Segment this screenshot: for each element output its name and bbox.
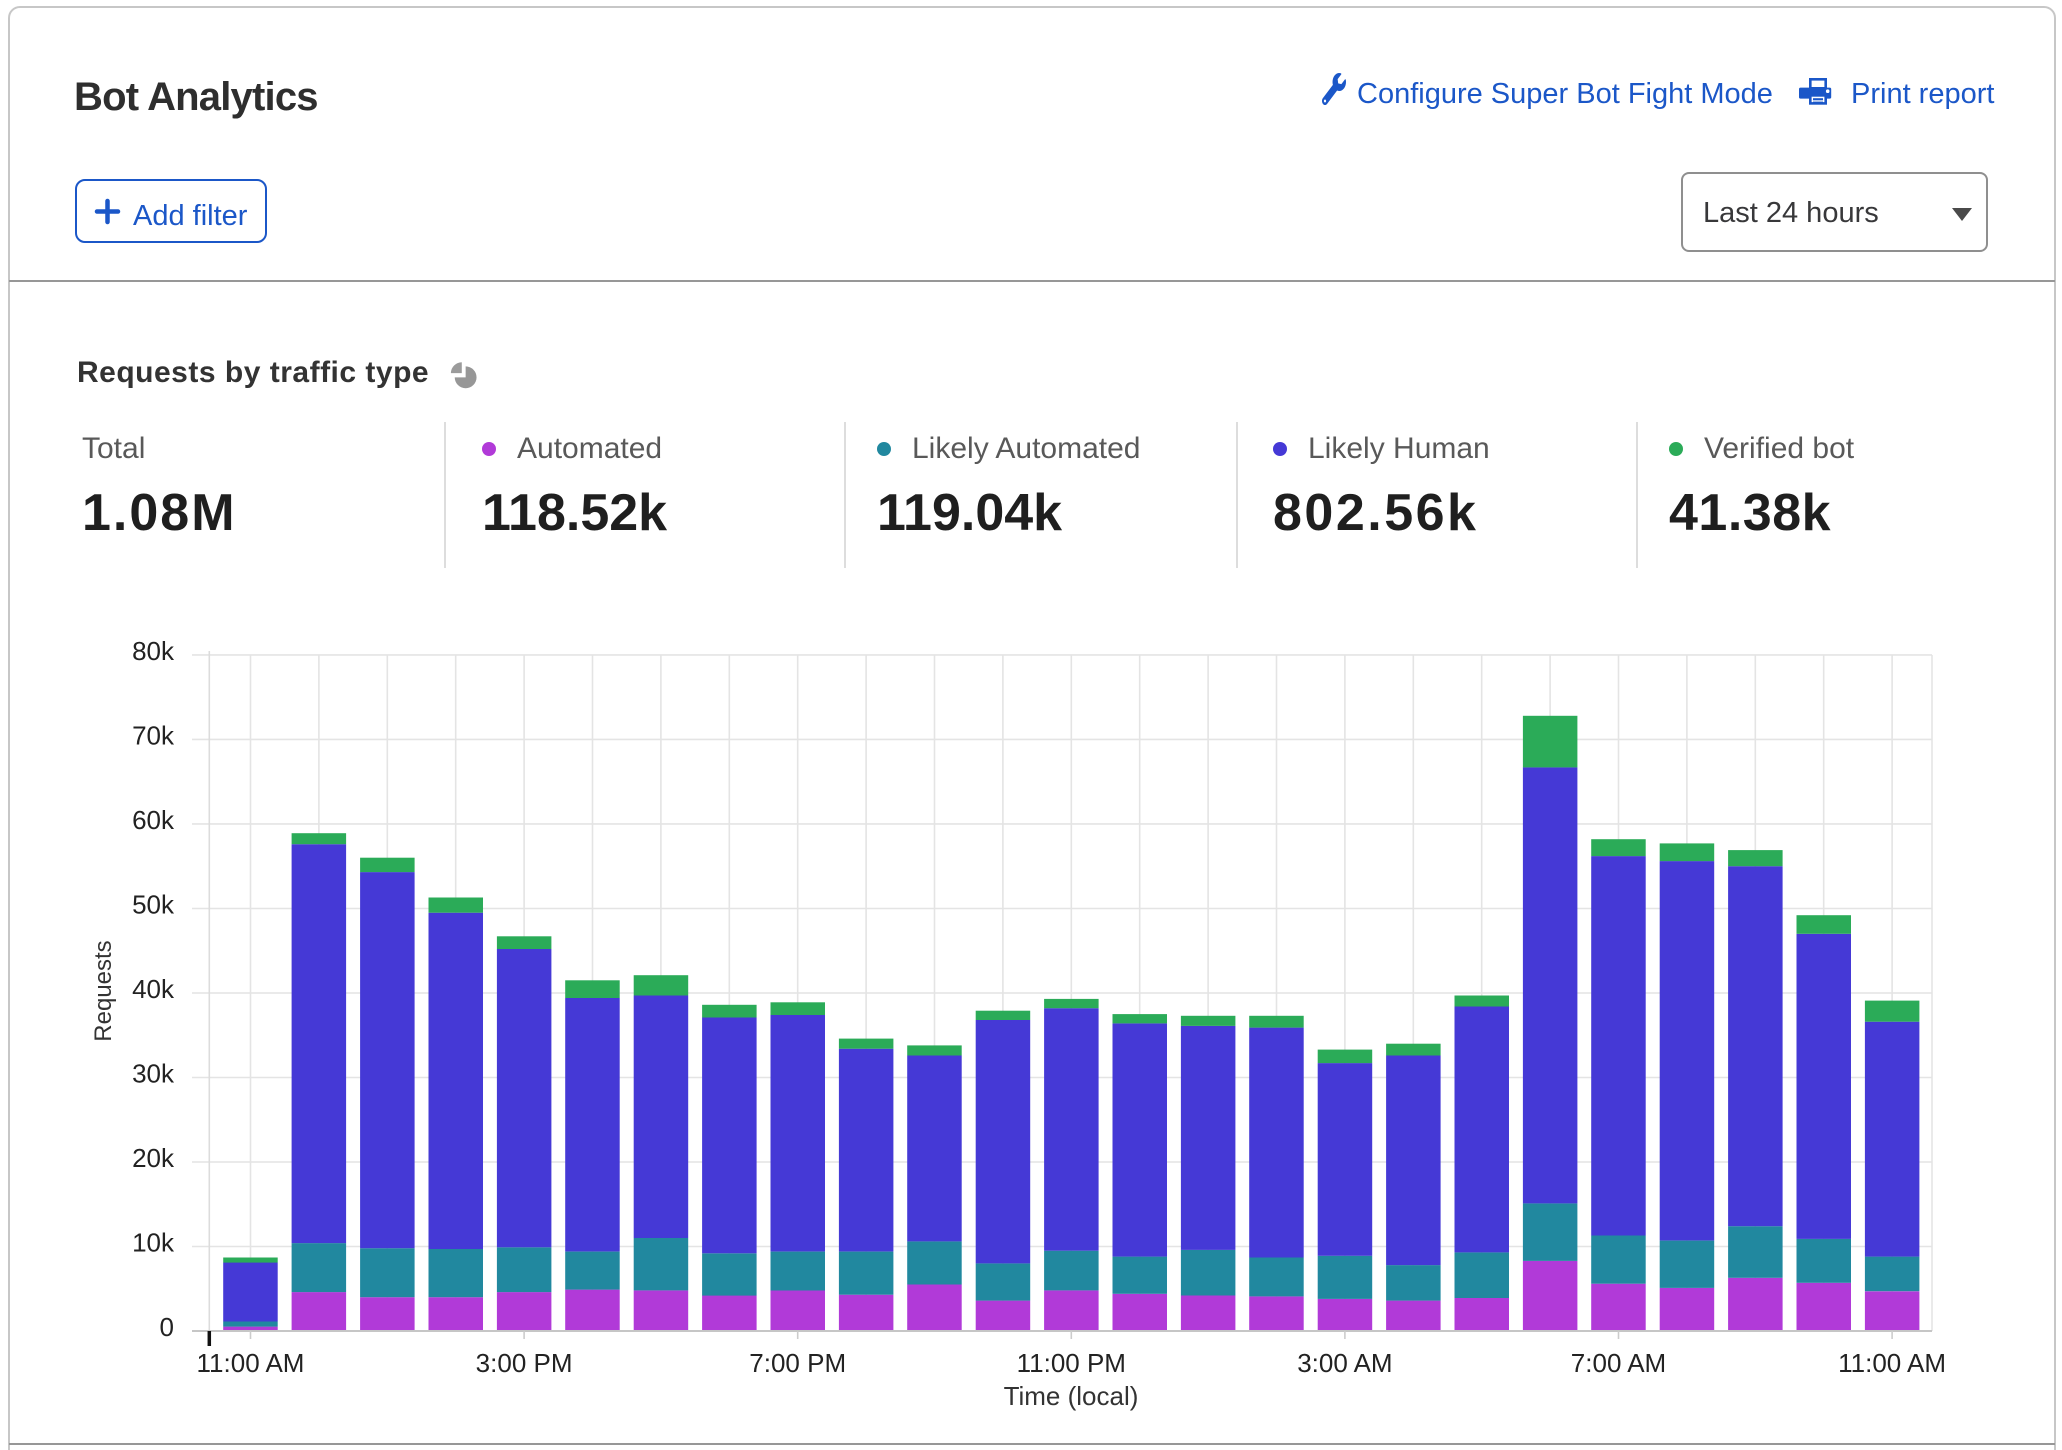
svg-text:60k: 60k xyxy=(132,805,175,835)
svg-text:Time (local): Time (local) xyxy=(1004,1381,1139,1411)
svg-text:3:00 PM: 3:00 PM xyxy=(476,1348,573,1378)
svg-text:20k: 20k xyxy=(132,1143,175,1173)
svg-text:7:00 PM: 7:00 PM xyxy=(749,1348,846,1378)
svg-text:80k: 80k xyxy=(132,636,175,666)
svg-text:11:00 AM: 11:00 AM xyxy=(197,1348,305,1378)
svg-text:50k: 50k xyxy=(132,890,175,920)
svg-text:0: 0 xyxy=(160,1312,174,1342)
svg-text:7:00 AM: 7:00 AM xyxy=(1571,1348,1666,1378)
svg-text:11:00 PM: 11:00 PM xyxy=(1017,1348,1126,1378)
svg-text:70k: 70k xyxy=(132,720,175,750)
svg-text:30k: 30k xyxy=(132,1059,175,1089)
svg-text:10k: 10k xyxy=(132,1228,175,1258)
svg-text:11:00 AM: 11:00 AM xyxy=(1838,1348,1946,1378)
svg-text:3:00 AM: 3:00 AM xyxy=(1297,1348,1392,1378)
svg-text:Requests: Requests xyxy=(90,940,117,1041)
svg-text:40k: 40k xyxy=(132,974,175,1004)
